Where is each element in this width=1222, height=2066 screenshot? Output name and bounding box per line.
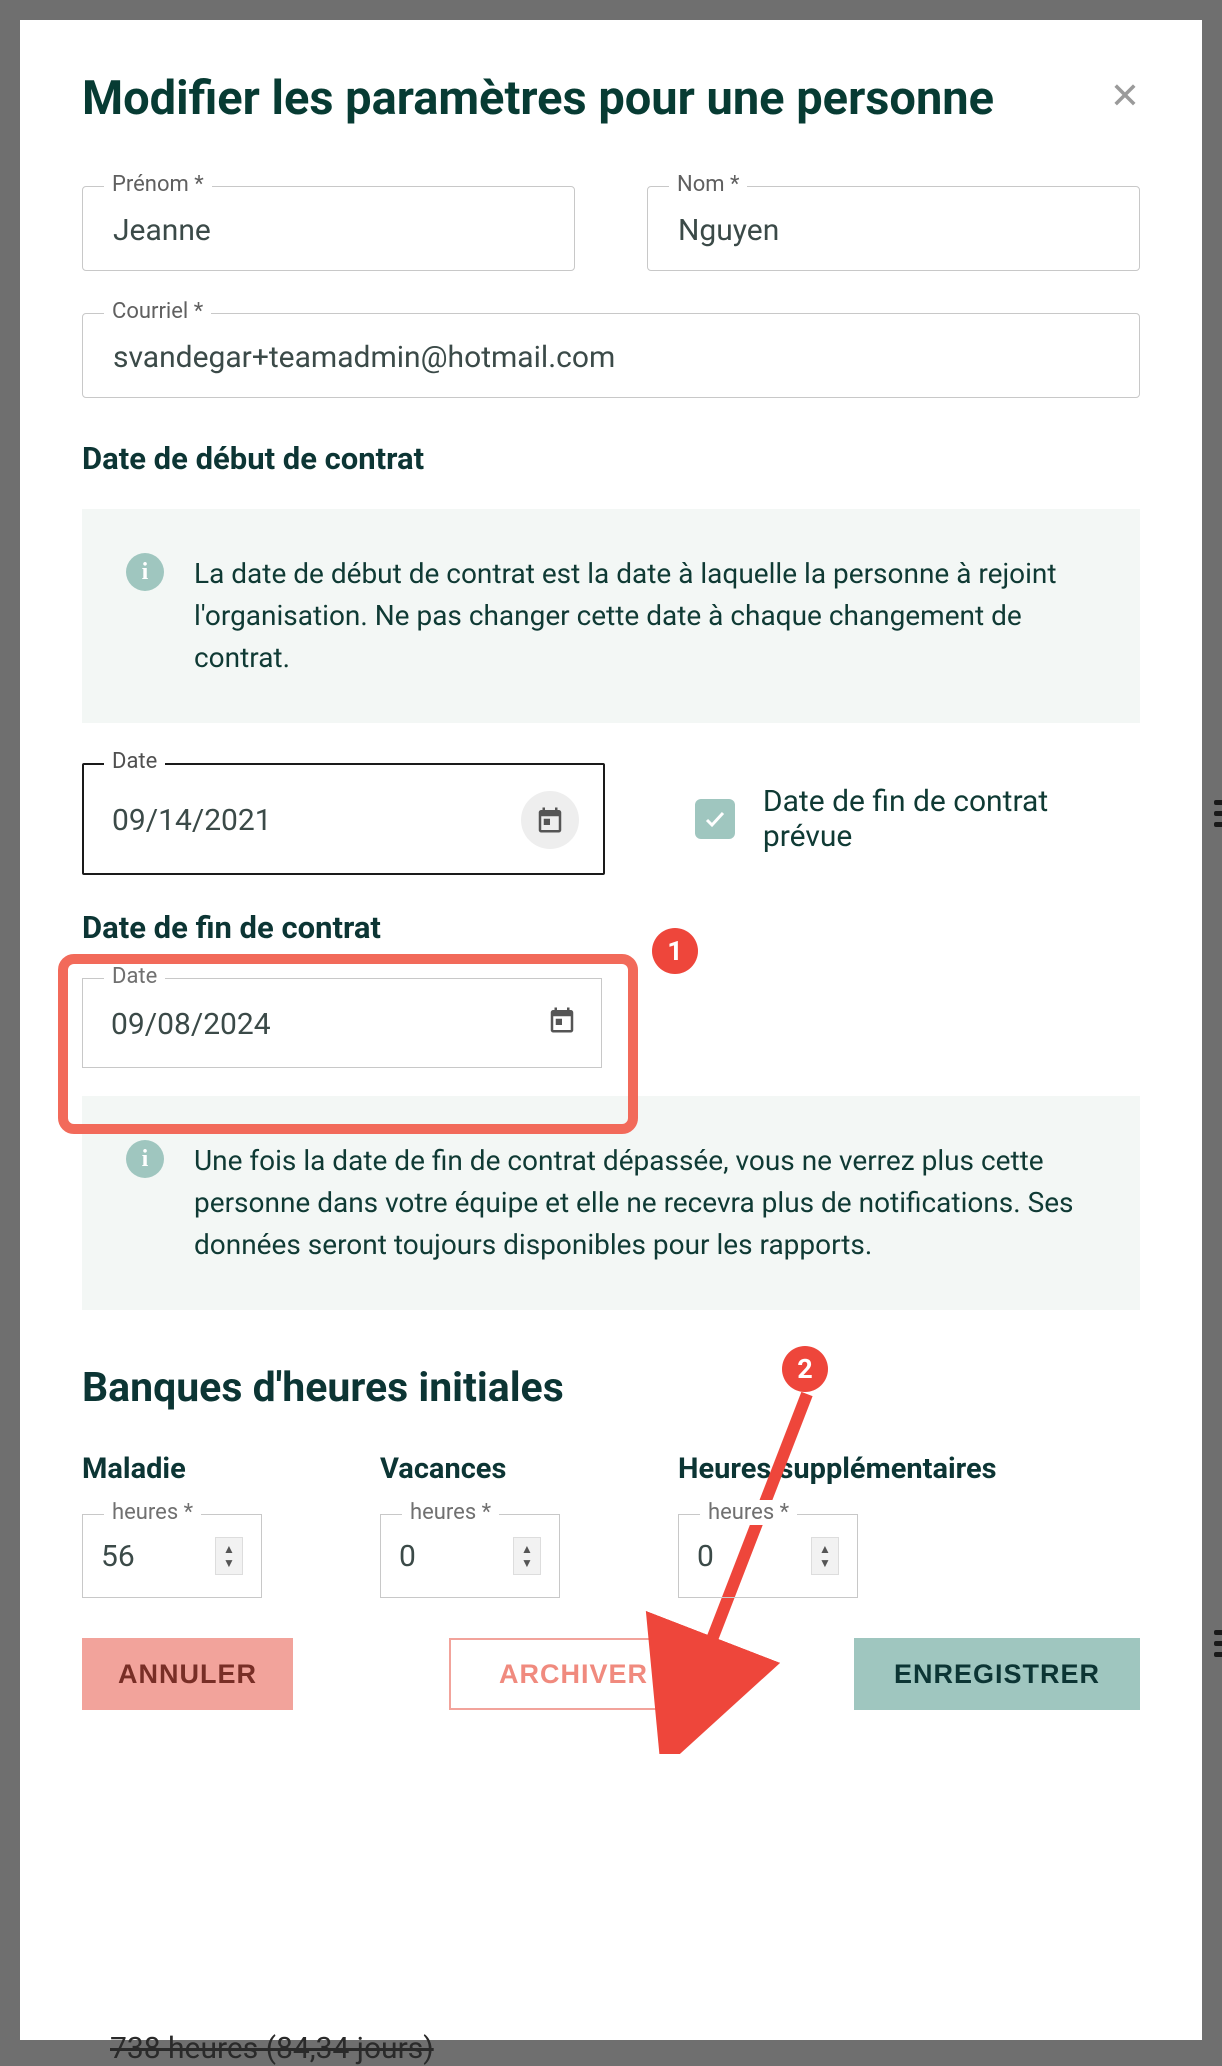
bank-overtime-field[interactable]: heures * 0 ▲▼	[678, 1514, 858, 1598]
hours-label: heures *	[700, 1500, 797, 1525]
end-date-highlight: Date 09/08/2024 1	[82, 978, 662, 1068]
end-planned-checkbox-row[interactable]: Date de fin de contrat prévue	[695, 784, 1140, 854]
annotation-badge-1: 1	[652, 928, 698, 974]
end-planned-label: Date de fin de contrat prévue	[763, 784, 1140, 854]
hours-label: heures *	[104, 1500, 201, 1525]
info-icon: i	[126, 553, 164, 591]
number-spinner-icon[interactable]: ▲▼	[215, 1537, 243, 1575]
firstname-label: Prénom *	[104, 172, 212, 197]
bank-vacation-value[interactable]: 0	[399, 1539, 416, 1574]
dialog-title: Modifier les paramètres pour une personn…	[82, 72, 994, 126]
calendar-icon[interactable]	[521, 791, 579, 849]
contract-end-info: i Une fois la date de fin de contrat dép…	[82, 1096, 1140, 1310]
banks-title: Banques d'heures initiales	[82, 1364, 1140, 1412]
close-icon[interactable]: ✕	[1110, 78, 1140, 114]
cancel-button[interactable]: ANNULER	[82, 1638, 293, 1710]
bank-sick-field[interactable]: heures * 56 ▲▼	[82, 1514, 262, 1598]
email-label: Courriel *	[104, 299, 211, 324]
background-text: 738 heures (84,34 jours)	[110, 2031, 434, 2066]
calendar-icon[interactable]	[547, 1005, 577, 1043]
bank-sick-label: Maladie	[82, 1452, 322, 1486]
info-icon: i	[126, 1140, 164, 1178]
bank-sick-value[interactable]: 56	[101, 1539, 135, 1574]
start-date-value[interactable]: 09/14/2021	[112, 803, 272, 838]
bank-sick: Maladie heures * 56 ▲▼	[82, 1452, 322, 1598]
contract-end-heading: Date de fin de contrat	[82, 909, 1140, 946]
contract-end-info-text: Une fois la date de fin de contrat dépas…	[194, 1140, 1092, 1266]
end-date-field[interactable]: Date 09/08/2024	[82, 978, 602, 1068]
banks-section: 2 Banques d'heures initiales Maladie heu…	[82, 1364, 1140, 1598]
email-value[interactable]: svandegar+teamadmin@hotmail.com	[82, 313, 1140, 398]
dialog-footer: ANNULER ARCHIVER ENREGISTRER	[82, 1638, 1140, 1710]
start-date-label: Date	[104, 749, 165, 774]
bank-vacation: Vacances heures * 0 ▲▼	[380, 1452, 620, 1598]
firstname-value[interactable]: Jeanne	[82, 186, 575, 271]
menu-icon	[1214, 1630, 1222, 1657]
checkbox-checked-icon[interactable]	[695, 799, 734, 839]
dialog-header: Modifier les paramètres pour une personn…	[82, 72, 1140, 126]
start-date-field[interactable]: Date 09/14/2021	[82, 763, 605, 875]
end-date-value[interactable]: 09/08/2024	[111, 1007, 271, 1042]
bank-vacation-label: Vacances	[380, 1452, 620, 1486]
lastname-value[interactable]: Nguyen	[647, 186, 1140, 271]
hours-label: heures *	[402, 1500, 499, 1525]
settings-dialog: Modifier les paramètres pour une personn…	[20, 20, 1202, 2040]
firstname-field[interactable]: Prénom * Jeanne	[82, 186, 575, 271]
contract-start-info: i La date de début de contrat est la dat…	[82, 509, 1140, 723]
bank-overtime: Heures supplémentaires heures * 0 ▲▼	[678, 1452, 1038, 1598]
email-field[interactable]: Courriel * svandegar+teamadmin@hotmail.c…	[82, 313, 1140, 398]
archive-button[interactable]: ARCHIVER	[449, 1638, 698, 1710]
bank-vacation-field[interactable]: heures * 0 ▲▼	[380, 1514, 560, 1598]
number-spinner-icon[interactable]: ▲▼	[513, 1537, 541, 1575]
bank-overtime-label: Heures supplémentaires	[678, 1452, 1038, 1486]
menu-icon	[1214, 800, 1222, 827]
contract-start-info-text: La date de début de contrat est la date …	[194, 553, 1092, 679]
bank-overtime-value[interactable]: 0	[697, 1539, 714, 1574]
lastname-field[interactable]: Nom * Nguyen	[647, 186, 1140, 271]
end-date-label: Date	[104, 964, 165, 989]
annotation-badge-2: 2	[782, 1346, 828, 1392]
lastname-label: Nom *	[669, 172, 747, 197]
number-spinner-icon[interactable]: ▲▼	[811, 1537, 839, 1575]
save-button[interactable]: ENREGISTRER	[854, 1638, 1140, 1710]
contract-start-heading: Date de début de contrat	[82, 440, 1140, 477]
